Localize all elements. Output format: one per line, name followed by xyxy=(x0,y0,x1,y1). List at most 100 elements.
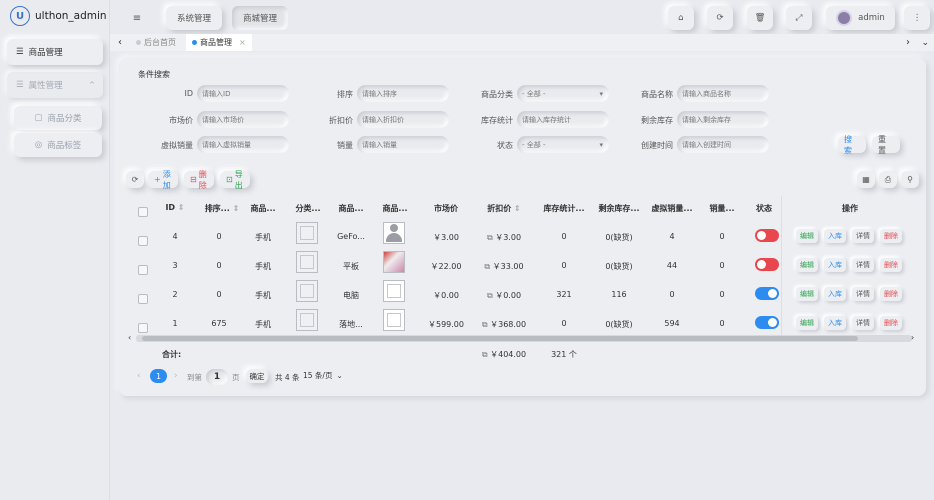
column-header[interactable]: 排序... ⇕ xyxy=(200,203,244,214)
fullscreen-button[interactable]: ⤢ xyxy=(786,6,812,30)
product-image[interactable] xyxy=(383,251,405,273)
detail-button[interactable]: 详情 xyxy=(852,316,874,330)
columns-button[interactable]: ▦ xyxy=(857,171,875,188)
cell-sales: 0 xyxy=(719,290,725,299)
export-button[interactable]: ⊡ 导出 xyxy=(220,169,250,190)
next-page-icon[interactable]: › xyxy=(174,371,178,381)
detail-button[interactable]: 详情 xyxy=(852,287,874,301)
home-button[interactable]: ⌂ xyxy=(668,6,694,30)
title-input[interactable]: 请输入商品名称 xyxy=(677,85,769,102)
search-toggle-button[interactable]: ⚲ xyxy=(901,171,919,188)
close-icon[interactable]: × xyxy=(239,38,246,47)
page-size-select[interactable]: 15 条/页 ⌄ xyxy=(303,370,343,381)
delete-button[interactable]: ⊟ 删除 xyxy=(184,170,214,190)
chevron-down-icon[interactable]: ⌄ xyxy=(921,38,929,48)
prev-page-icon[interactable]: ‹ xyxy=(137,371,141,381)
sidebar-item-attributes[interactable]: ☰ 属性管理 ^ xyxy=(7,72,103,98)
horizontal-scrollbar[interactable] xyxy=(136,335,912,342)
refresh-table-button[interactable]: ⟳ xyxy=(126,171,144,188)
add-button[interactable]: + 添加 xyxy=(148,170,178,190)
nav-mall[interactable]: 商城管理 xyxy=(232,6,288,30)
column-header[interactable]: ID ⇕ xyxy=(160,203,190,212)
column-header: 操作 xyxy=(842,204,858,213)
edit-button[interactable]: 编辑 xyxy=(796,287,818,301)
print-button[interactable]: ⎙ xyxy=(879,171,897,188)
column-header[interactable]: 折扣价 ⇕ xyxy=(480,203,528,214)
refresh-button[interactable]: ⟳ xyxy=(707,6,733,30)
clear-cache-button[interactable]: 🗑 xyxy=(747,6,773,30)
delete-row-button[interactable]: 删除 xyxy=(880,229,902,243)
stock-in-button[interactable]: 入库 xyxy=(824,258,846,272)
cell-sort: 675 xyxy=(211,319,227,328)
chevron-left-icon[interactable]: ‹ xyxy=(118,37,122,48)
category-image[interactable] xyxy=(296,222,318,244)
edit-button[interactable]: 编辑 xyxy=(796,229,818,243)
tag-icon: ◎ xyxy=(34,140,43,150)
confirm-page-button[interactable]: 确定 xyxy=(246,369,268,383)
category-select[interactable]: - 全部 - ▾ xyxy=(517,85,609,102)
status-toggle[interactable] xyxy=(755,287,779,300)
category-image[interactable] xyxy=(296,309,318,331)
app-logo[interactable]: U ulthon_admin xyxy=(10,6,107,26)
sidebar-item-tags[interactable]: ◎ 商品标签 xyxy=(14,133,102,157)
delete-row-button[interactable]: 删除 xyxy=(880,287,902,301)
row-checkbox[interactable] xyxy=(138,236,148,246)
stock-in-button[interactable]: 入库 xyxy=(824,229,846,243)
stock-in-button[interactable]: 入库 xyxy=(824,287,846,301)
cell-title: 落地... xyxy=(339,320,363,329)
chevron-right-icon[interactable]: › xyxy=(906,37,910,48)
stock-in-button[interactable]: 入库 xyxy=(824,316,846,330)
scroll-left-icon[interactable]: ‹ xyxy=(128,333,131,342)
status-toggle[interactable] xyxy=(755,316,779,329)
sort-input[interactable]: 请输入排序 xyxy=(357,85,449,102)
category-image[interactable] xyxy=(296,280,318,302)
edit-button[interactable]: 编辑 xyxy=(796,316,818,330)
discount-price-input[interactable]: 请输入折扣价 xyxy=(357,111,449,128)
remain-stock-input[interactable]: 请输入剩余库存 xyxy=(677,111,769,128)
create-time-input[interactable]: 请输入创建时间 xyxy=(677,136,769,153)
goto-label: 到第 xyxy=(187,373,202,382)
page-1-button[interactable]: 1 xyxy=(150,369,167,383)
detail-button[interactable]: 详情 xyxy=(852,258,874,272)
cell-discount-value: ￥33.00 xyxy=(492,262,524,271)
row-checkbox[interactable] xyxy=(138,265,148,275)
search-button[interactable]: 搜 索 xyxy=(838,135,866,155)
user-menu[interactable]: admin xyxy=(826,6,895,30)
product-image[interactable] xyxy=(383,309,405,331)
product-image[interactable] xyxy=(383,222,405,244)
tab-home[interactable]: 后台首页 xyxy=(136,37,176,48)
sidebar-item-category[interactable]: ▢ 商品分类 xyxy=(14,106,102,130)
status-toggle[interactable] xyxy=(755,258,779,271)
market-price-input[interactable]: 请输入市场价 xyxy=(197,111,289,128)
scrollbar-thumb[interactable] xyxy=(142,336,858,341)
virtual-sales-input[interactable]: 请输入虚拟销量 xyxy=(197,136,289,153)
delete-row-button[interactable]: 删除 xyxy=(880,316,902,330)
nav-system[interactable]: 系统管理 xyxy=(166,6,222,30)
select-all-checkbox[interactable] xyxy=(138,207,148,217)
reset-button[interactable]: 重 置 xyxy=(872,135,900,155)
sales-input[interactable]: 请输入销量 xyxy=(357,136,449,153)
category-image[interactable] xyxy=(296,251,318,273)
row-checkbox[interactable] xyxy=(138,294,148,304)
tab-goods[interactable]: 商品管理 × xyxy=(186,34,252,51)
delete-row-button[interactable]: 删除 xyxy=(880,258,902,272)
total-stock-input[interactable]: 请输入库存统计 xyxy=(517,111,609,128)
page-input[interactable]: 1 xyxy=(206,369,228,385)
id-input[interactable]: 请输入ID xyxy=(197,85,289,102)
status-toggle[interactable] xyxy=(755,229,779,242)
header-label: ID xyxy=(165,203,176,212)
filter-label: 库存统计 xyxy=(481,116,513,125)
status-select[interactable]: - 全部 - ▾ xyxy=(517,136,609,153)
detail-button[interactable]: 详情 xyxy=(852,229,874,243)
menu-toggle-button[interactable]: ≡ xyxy=(128,6,146,30)
product-image[interactable] xyxy=(383,280,405,302)
more-button[interactable]: ⋮ xyxy=(904,6,930,30)
avatar xyxy=(836,10,853,26)
sidebar-item-goods[interactable]: ☰ 商品管理 xyxy=(7,39,103,65)
scroll-right-icon[interactable]: › xyxy=(911,333,914,342)
edit-button[interactable]: 编辑 xyxy=(796,258,818,272)
cell-remain: 0(缺货) xyxy=(605,233,633,242)
row-checkbox[interactable] xyxy=(138,323,148,333)
tab-label: 后台首页 xyxy=(144,38,176,47)
button-label: 导出 xyxy=(234,169,243,190)
